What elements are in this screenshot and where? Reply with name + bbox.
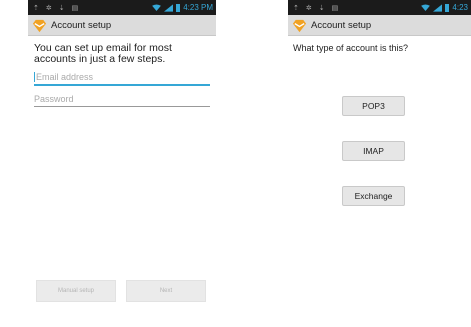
- imap-button[interactable]: IMAP: [342, 141, 405, 161]
- notification-icon: ✲: [305, 4, 312, 12]
- manual-setup-button[interactable]: Manual setup: [36, 280, 116, 302]
- text-cursor: [34, 72, 35, 82]
- sdcard-icon: ▤: [331, 4, 339, 12]
- password-field[interactable]: Password: [34, 89, 210, 107]
- email-placeholder: Email address: [36, 72, 94, 82]
- email-setup-icon: [292, 19, 307, 32]
- page-title: Account setup: [311, 19, 372, 31]
- pop3-button[interactable]: POP3: [342, 96, 405, 116]
- battery-icon: [445, 3, 450, 12]
- battery-icon: [176, 3, 181, 12]
- page-title: Account setup: [51, 19, 112, 31]
- exchange-button[interactable]: Exchange: [342, 186, 405, 206]
- email-setup-icon: [32, 19, 47, 32]
- account-setup-screen-left: ⇡ ✲ ⇣ ▤ 4:23 PM Account setup You can se…: [28, 0, 216, 310]
- account-type-screen-right: ⇡ ✲ ⇣ ▤ 4:23 Account setup What type of …: [288, 0, 471, 210]
- title-bar: Account setup: [28, 15, 216, 36]
- account-type-question: What type of account is this?: [293, 43, 409, 53]
- status-time: 4:23 PM: [183, 3, 213, 12]
- notification-icon: ✲: [45, 4, 52, 12]
- password-placeholder: Password: [34, 94, 74, 104]
- usb-icon: ⇡: [293, 4, 299, 12]
- wifi-icon: [152, 4, 162, 11]
- title-bar: Account setup: [288, 15, 471, 36]
- wifi-icon: [421, 4, 431, 11]
- status-bar: ⇡ ✲ ⇣ ▤ 4:23 PM: [28, 0, 216, 15]
- sdcard-icon: ▤: [71, 4, 79, 12]
- signal-icon: [433, 3, 443, 12]
- status-time: 4:23: [452, 3, 468, 12]
- next-button[interactable]: Next: [126, 280, 206, 302]
- download-icon: ⇣: [58, 4, 65, 12]
- email-field[interactable]: Email address: [34, 68, 210, 86]
- intro-text: You can set up email for most accounts i…: [34, 42, 172, 65]
- usb-icon: ⇡: [33, 4, 39, 12]
- download-icon: ⇣: [318, 4, 325, 12]
- signal-icon: [164, 3, 174, 12]
- status-bar: ⇡ ✲ ⇣ ▤ 4:23: [288, 0, 471, 15]
